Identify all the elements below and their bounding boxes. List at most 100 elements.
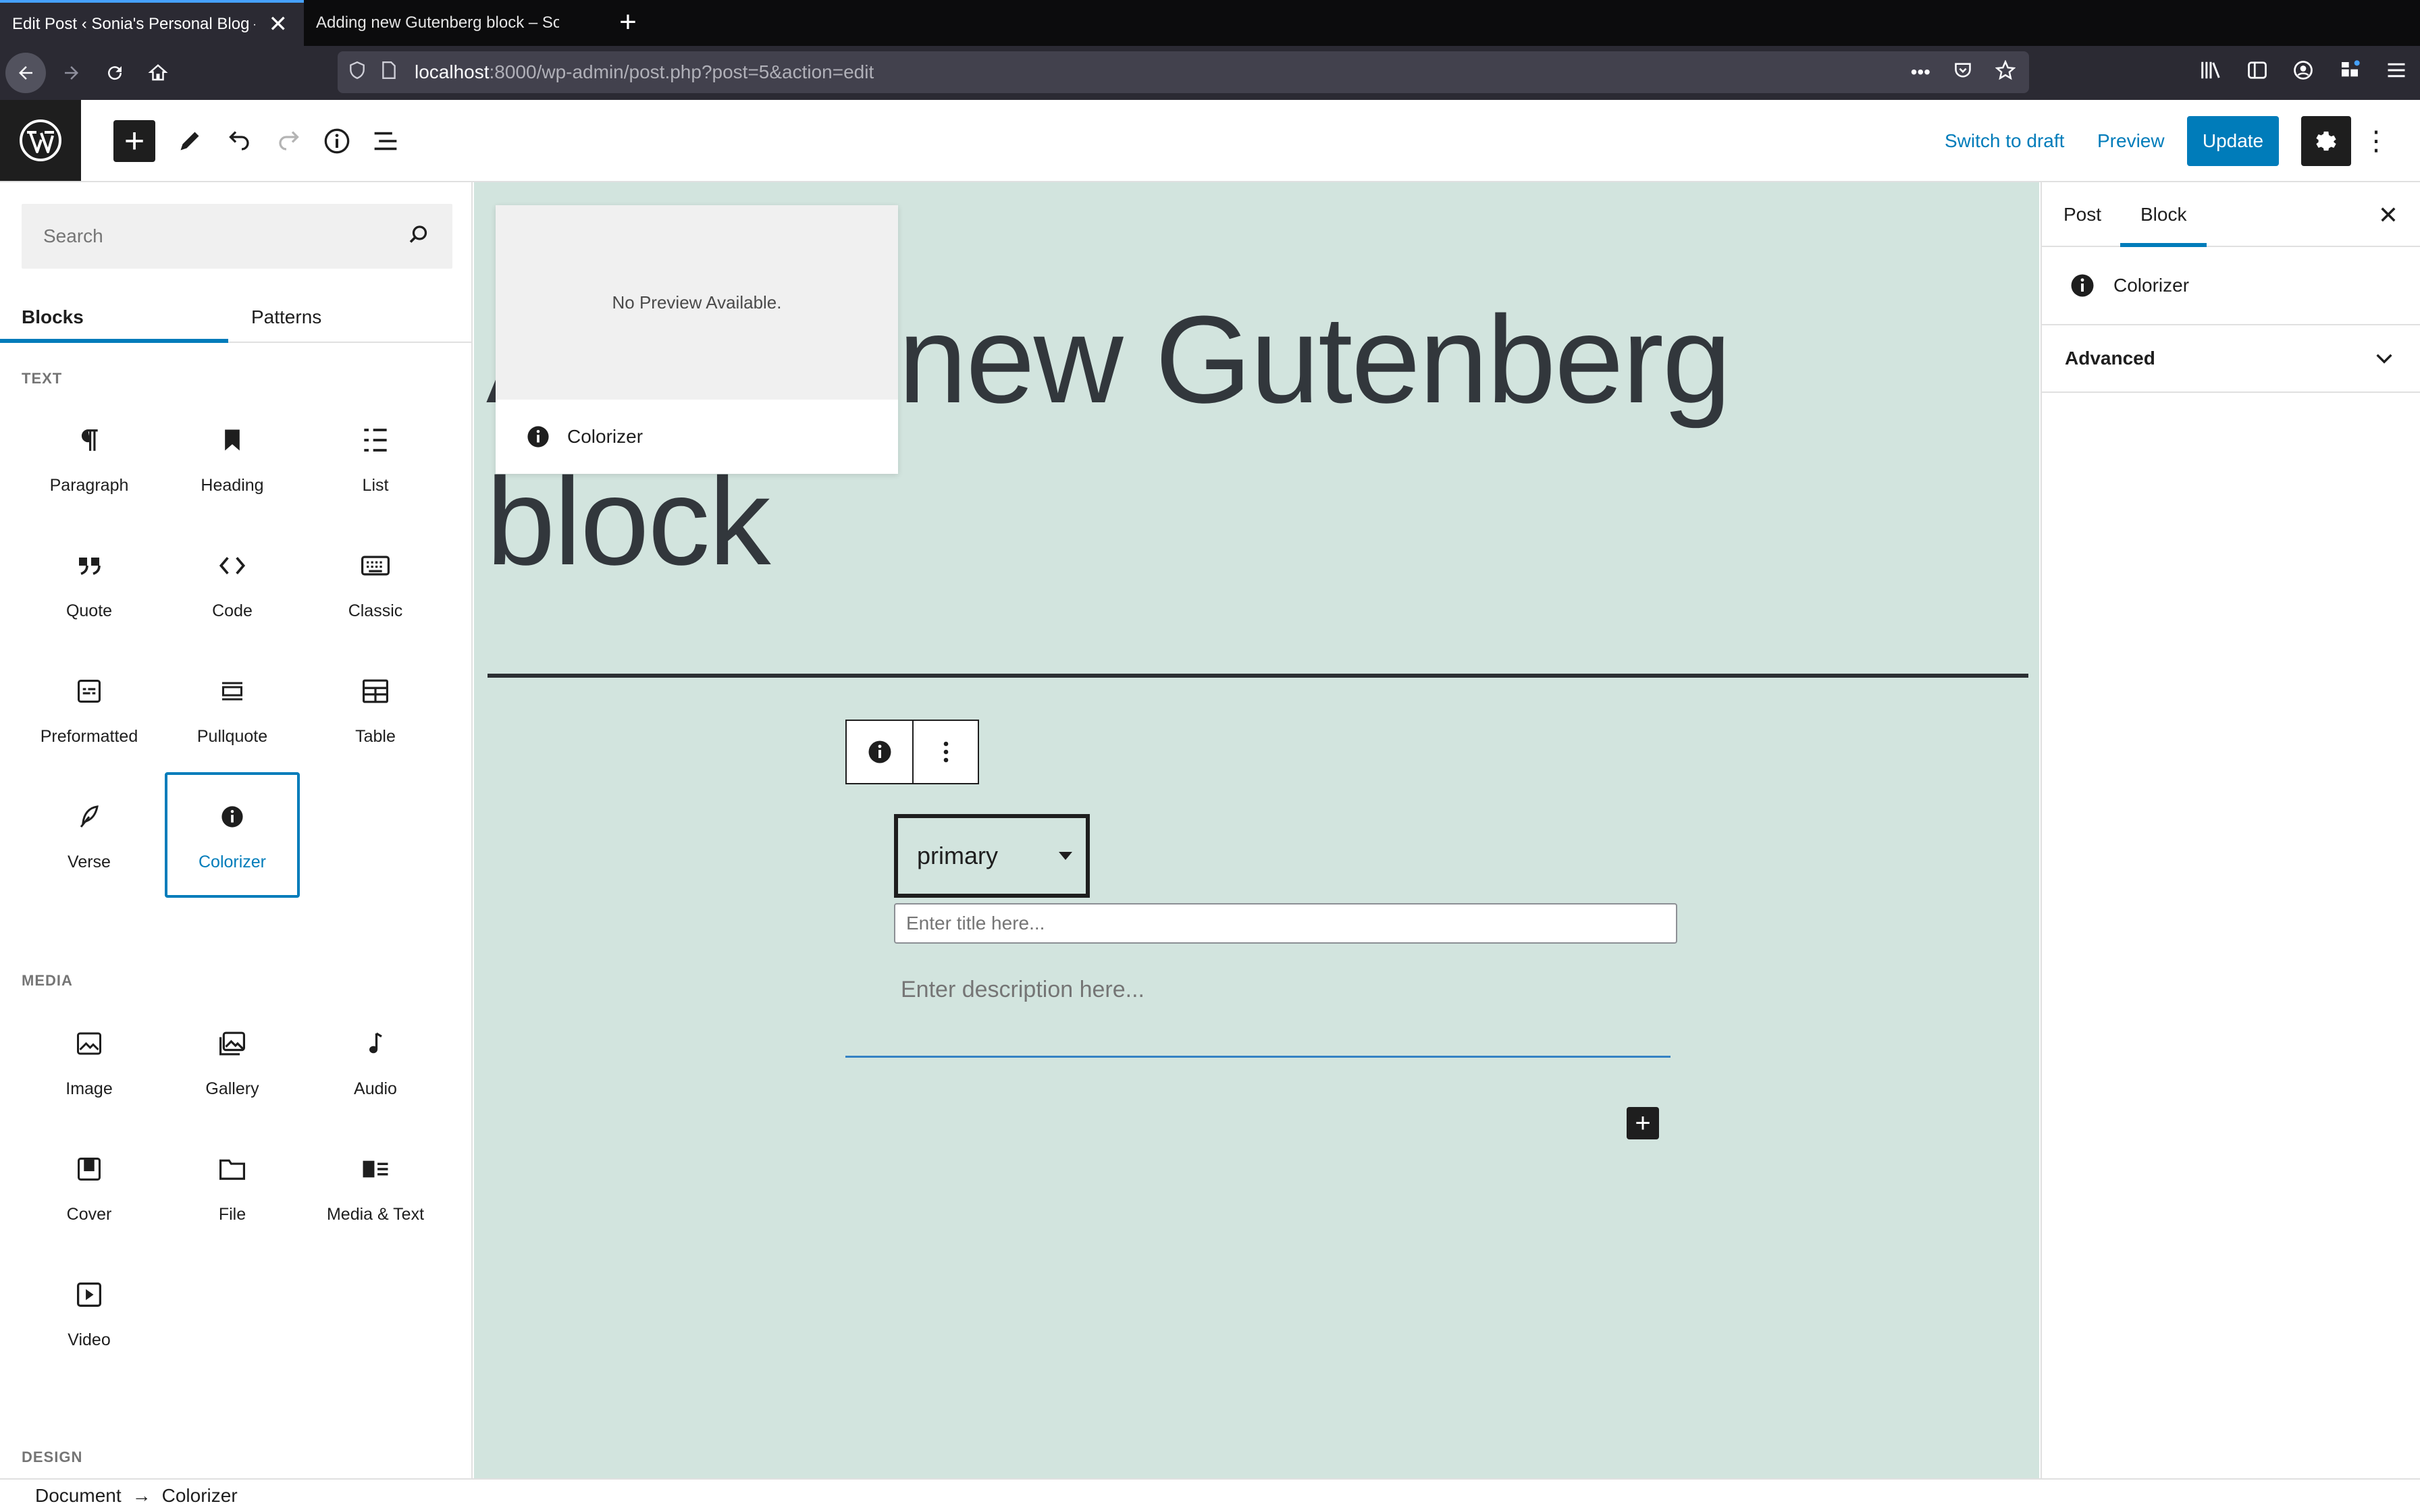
back-button[interactable]: [5, 53, 46, 93]
settings-tabs: Post Block ✕: [2042, 182, 2420, 247]
page-icon[interactable]: [381, 61, 400, 84]
table-icon: [363, 673, 388, 709]
block-inserter-toggle-button[interactable]: +: [113, 120, 155, 162]
description-input[interactable]: Enter description here...: [901, 971, 1643, 1008]
title-input[interactable]: [894, 903, 1677, 944]
tools-button[interactable]: [169, 120, 211, 162]
undo-button[interactable]: [219, 120, 261, 162]
forward-button[interactable]: [51, 53, 92, 93]
category-label-design: DESIGN: [22, 1449, 83, 1465]
tab-post[interactable]: Post: [2063, 182, 2101, 247]
arrow-left-icon: [19, 66, 32, 80]
settings-button[interactable]: [2301, 116, 2351, 166]
details-button[interactable]: [316, 120, 358, 162]
block-quote[interactable]: Quote: [18, 521, 161, 647]
block-video[interactable]: Video: [18, 1250, 161, 1376]
search-icon: [409, 225, 427, 243]
block-label: Cover: [66, 1204, 112, 1224]
block-card: Colorizer: [2042, 247, 2420, 325]
music-note-icon: [367, 1025, 384, 1062]
block-paragraph[interactable]: Paragraph: [18, 396, 161, 521]
image-icon: [77, 1025, 101, 1062]
preview-block-name: Colorizer: [567, 426, 643, 447]
tab-block[interactable]: Block: [2120, 182, 2207, 247]
close-tab-icon[interactable]: ✕: [269, 3, 288, 46]
reload-button[interactable]: [95, 53, 135, 93]
separator-block[interactable]: [488, 674, 2028, 678]
pullquote-icon: [220, 673, 244, 709]
category-label-text: TEXT: [22, 370, 63, 387]
block-options-button[interactable]: [912, 721, 978, 783]
block-file[interactable]: File: [161, 1125, 304, 1250]
browser-tab-edit-post[interactable]: Edit Post ‹ Sonia's Personal Blog — ✕: [0, 0, 304, 46]
breadcrumb-current[interactable]: Colorizer: [162, 1485, 238, 1507]
reload-icon: [108, 66, 122, 80]
preview-placeholder: No Preview Available.: [496, 205, 898, 400]
block-label: Code: [212, 601, 253, 620]
settings-sidebar: Post Block ✕ Colorizer Advanced: [2041, 182, 2420, 1478]
menu-icon[interactable]: [2386, 61, 2406, 84]
tab-patterns[interactable]: Patterns: [251, 292, 321, 343]
block-heading[interactable]: Heading: [161, 396, 304, 521]
block-table[interactable]: Table: [304, 647, 447, 772]
redo-icon: [279, 131, 299, 151]
category-label-media: MEDIA: [22, 972, 73, 989]
wordpress-logo-button[interactable]: [0, 100, 81, 181]
account-icon[interactable]: [2293, 60, 2313, 86]
more-options-button[interactable]: ⋮: [2359, 116, 2393, 166]
url-text[interactable]: localhost:8000/wp-admin/post.php?post=5&…: [415, 61, 874, 83]
editor-canvas: Adding new Gutenberg block No Preview Av…: [474, 182, 2039, 1478]
list-view-button[interactable]: [365, 120, 406, 162]
pencil-icon: [180, 132, 199, 151]
bookmark-star-icon[interactable]: [1995, 59, 2016, 85]
home-button[interactable]: [138, 53, 178, 93]
color-select-value: primary: [917, 842, 999, 869]
block-audio[interactable]: Audio: [304, 999, 447, 1125]
cover-icon: [78, 1151, 101, 1187]
block-image[interactable]: Image: [18, 999, 161, 1125]
library-icon[interactable]: [2200, 60, 2221, 86]
advanced-panel-toggle[interactable]: Advanced: [2042, 325, 2420, 393]
block-verse[interactable]: Verse: [18, 772, 161, 898]
page-actions-icon[interactable]: •••: [1911, 61, 1930, 83]
home-icon: [148, 64, 168, 81]
shield-icon[interactable]: [348, 61, 367, 84]
add-block-button[interactable]: +: [1627, 1107, 1659, 1139]
block-list[interactable]: List: [304, 396, 447, 521]
block-search-input[interactable]: [22, 225, 400, 247]
info-icon: [221, 799, 244, 835]
editor-header: + Switch to draft Preview Update ⋮: [0, 100, 2420, 182]
switch-to-draft-button[interactable]: Switch to draft: [1945, 120, 2064, 162]
text-blocks-grid: Paragraph Heading List Quote Code Classi…: [18, 396, 450, 898]
block-media-text[interactable]: Media & Text: [304, 1125, 447, 1250]
block-colorizer[interactable]: Colorizer: [165, 772, 300, 898]
block-code[interactable]: Code: [161, 521, 304, 647]
browser-tab-gutenberg-post[interactable]: Adding new Gutenberg block – Soni: [304, 0, 605, 46]
address-bar[interactable]: localhost:8000/wp-admin/post.php?post=5&…: [338, 51, 2029, 93]
block-label: Pullquote: [196, 726, 268, 746]
breadcrumb-document[interactable]: Document: [35, 1485, 122, 1507]
block-classic[interactable]: Classic: [304, 521, 447, 647]
description-underline: [845, 1056, 1671, 1058]
block-cover[interactable]: Cover: [18, 1125, 161, 1250]
block-pullquote[interactable]: Pullquote: [161, 647, 304, 772]
color-select[interactable]: primary: [894, 814, 1090, 898]
close-settings-button[interactable]: ✕: [2378, 201, 2398, 230]
block-preformatted[interactable]: Preformatted: [18, 647, 161, 772]
media-text-icon: [362, 1151, 389, 1187]
update-button[interactable]: Update: [2187, 116, 2279, 166]
redo-button[interactable]: [267, 120, 309, 162]
preformatted-icon: [78, 673, 101, 709]
pocket-icon[interactable]: [1953, 61, 1972, 84]
block-gallery[interactable]: Gallery: [161, 999, 304, 1125]
more-vertical-icon: [943, 741, 948, 763]
sidebar-icon[interactable]: [2247, 61, 2267, 85]
info-icon: [527, 426, 549, 448]
preview-button[interactable]: Preview: [2097, 120, 2165, 162]
block-card-title: Colorizer: [2113, 275, 2190, 296]
block-type-button[interactable]: [847, 721, 912, 783]
gear-icon: [2316, 131, 2336, 151]
extensions-icon[interactable]: [2339, 59, 2361, 86]
new-tab-button[interactable]: +: [613, 0, 643, 46]
tab-blocks[interactable]: Blocks: [0, 292, 228, 343]
